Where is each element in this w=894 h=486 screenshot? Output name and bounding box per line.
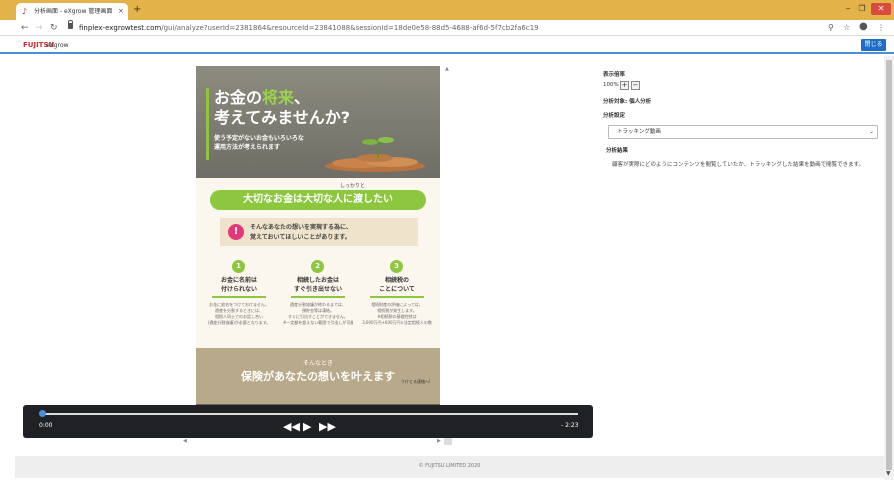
url-path: /gui/analyze?userId=2381864&resourceId=2…: [161, 24, 539, 32]
column-title-line1: 相続税の: [384, 277, 409, 284]
document-scroll-left-icon[interactable]: ◀: [183, 438, 187, 444]
exclamation-icon: !: [228, 224, 244, 240]
rewind-icon[interactable]: ◀◀: [283, 420, 300, 434]
banner-tag: うけとる連絡へ!: [401, 379, 431, 384]
page-scrollbar-thumb[interactable]: [886, 60, 892, 470]
page-scrollbar[interactable]: ▼: [884, 56, 894, 480]
document-bottom-banner: そんなとき 保険があなたの想いを叶えます うけとる連絡へ!: [196, 348, 440, 404]
column-title-line1: お金に名前は: [220, 277, 257, 284]
bubble-text: 大切なお金は大切な人に渡したい: [243, 194, 393, 205]
scroll-down-icon[interactable]: ▼: [886, 470, 891, 477]
analysis-setting-label: 分析設定: [603, 113, 626, 119]
window-close-button[interactable]: ✕: [871, 3, 891, 15]
new-tab-button[interactable]: +: [133, 4, 141, 16]
document-scroll-right-icon[interactable]: ▶: [437, 438, 441, 444]
note-line2: 覚えておいてほしいことがあります。: [250, 234, 351, 241]
address-bar: ← → ↻ finplex-exgrowtest.com/gui/analyze…: [0, 20, 894, 36]
number-badge: 1: [232, 260, 245, 273]
document-scroll-corner: [444, 437, 452, 445]
document-middle: しっかりと 大切なお金は大切な人に渡したい ! そんなあなたの想いを実現する為に…: [196, 178, 440, 348]
app-name: eXgrow: [46, 42, 69, 49]
select-value: トラッキング動画: [617, 129, 661, 135]
column-divider: [291, 296, 345, 298]
browser-menu-icon[interactable]: ⋮: [877, 22, 885, 34]
browser-window: { "browser": { "tab_title": "分析画面 - eXgr…: [0, 0, 894, 486]
window-minimize-button[interactable]: ‒: [842, 3, 854, 15]
column-title-line2: ことについて: [379, 286, 415, 293]
url-field[interactable]: finplex-exgrowtest.com/gui/analyze?userI…: [79, 23, 539, 33]
document-scroll-up-icon[interactable]: ▲: [445, 66, 449, 72]
current-time: 0:00: [39, 422, 53, 429]
hero-subtext-line1: 使う予定がないお金もいろいろな: [214, 135, 304, 142]
zoom-value: 100%: [603, 82, 619, 88]
column-body: 遺産分割協議が終わるまでは、 預貯金等は凍結。 すぐに引出すことができません。 ※一定…: [283, 302, 353, 325]
column-body: 相続財産の評価によっては、 相続税が発生します。 ※相続税の基礎控除は 3,000万円…: [362, 302, 432, 325]
analysis-setting-select[interactable]: トラッキング動画 ⌄: [608, 125, 878, 139]
zoom-label: 表示倍率: [603, 72, 626, 78]
analysis-target: 分析対象: 個人分析: [603, 99, 652, 105]
reload-icon[interactable]: ↻: [50, 22, 58, 34]
remaining-time: - 2:23: [561, 422, 579, 429]
banner-small-text: そんなとき: [302, 360, 333, 367]
coins-sprout-image: [325, 137, 425, 172]
url-host: finplex-exgrowtest.com: [79, 24, 162, 32]
analysis-result-label: 分析結果: [606, 148, 629, 154]
forward-icon[interactable]: →: [35, 22, 43, 34]
hero-subtext-line2: 運用方法が考えられます: [214, 144, 281, 151]
tab-close-icon[interactable]: ×: [118, 6, 124, 16]
page-footer: © FUJITSU LIMITED 2020: [15, 456, 884, 478]
seek-handle[interactable]: [39, 410, 46, 417]
close-button[interactable]: 閉じる: [861, 39, 886, 51]
browser-tab-strip: ♪ 分析画面 - eXgrow 管理画面 × + ‒ ❐ ✕: [0, 0, 894, 20]
browser-tab[interactable]: ♪ 分析画面 - eXgrow 管理画面 ×: [16, 3, 128, 20]
copyright-text: © FUJITSU LIMITED 2020: [418, 463, 481, 469]
play-icon[interactable]: ▶: [303, 420, 311, 434]
column-title-line2: すぐ引き出せない: [293, 286, 342, 293]
number-badge: 2: [311, 260, 324, 273]
bookmark-star-icon[interactable]: ☆: [843, 22, 850, 34]
column-body: お金に宛名をつけておけません。 遺産を分割するときには、 相続人同士でのお話し合い(…: [207, 302, 271, 325]
number-badge: 3: [390, 260, 403, 273]
lock-icon[interactable]: [68, 20, 73, 29]
seek-bar[interactable]: [40, 413, 578, 415]
app-header: FUJITSU eXgrow 閉じる: [0, 37, 894, 54]
hero-accent-bar: [206, 88, 209, 160]
zoom-in-button[interactable]: +: [620, 81, 629, 90]
chevron-down-icon: ⌄: [869, 128, 875, 135]
column-divider: [212, 296, 266, 298]
profile-icon[interactable]: ●: [859, 21, 868, 33]
content-area: [0, 56, 884, 456]
column-title-line2: 付けられない: [220, 286, 257, 293]
column-divider: [370, 296, 424, 298]
back-icon[interactable]: ←: [21, 22, 29, 34]
window-maximize-button[interactable]: ❐: [856, 3, 868, 15]
document-hero: お金の将来、 考えてみませんか? 使う予定がないお金もいろいろな 運用方法が考え…: [196, 66, 440, 178]
column-title-line1: 相続したお金は: [296, 277, 339, 284]
zoom-out-button[interactable]: −: [631, 81, 640, 90]
fast-forward-icon[interactable]: ▶▶: [319, 420, 336, 434]
hero-heading-line2: 考えてみませんか?: [214, 108, 351, 127]
document-viewer[interactable]: お金の将来、 考えてみませんか? 使う予定がないお金もいろいろな 運用方法が考え…: [196, 66, 440, 412]
note-line1: そんなあなたの想いを実現する為に、: [250, 224, 352, 231]
tab-title: 分析画面 - eXgrow 管理画面: [34, 8, 113, 15]
hero-heading-line1: お金の将来、: [214, 88, 311, 107]
analysis-result-text: 顧客が実際にどのようにコンテンツを閲覧していたか、トラッキングした結果を動画で閲…: [612, 162, 865, 168]
ribbon-note: しっかりと: [340, 183, 366, 189]
video-player: 0:00 ◀◀ ▶ ▶▶ - 2:23: [23, 405, 593, 438]
zoom-icon[interactable]: ⚲: [828, 22, 834, 34]
favicon-icon: ♪: [22, 7, 28, 16]
